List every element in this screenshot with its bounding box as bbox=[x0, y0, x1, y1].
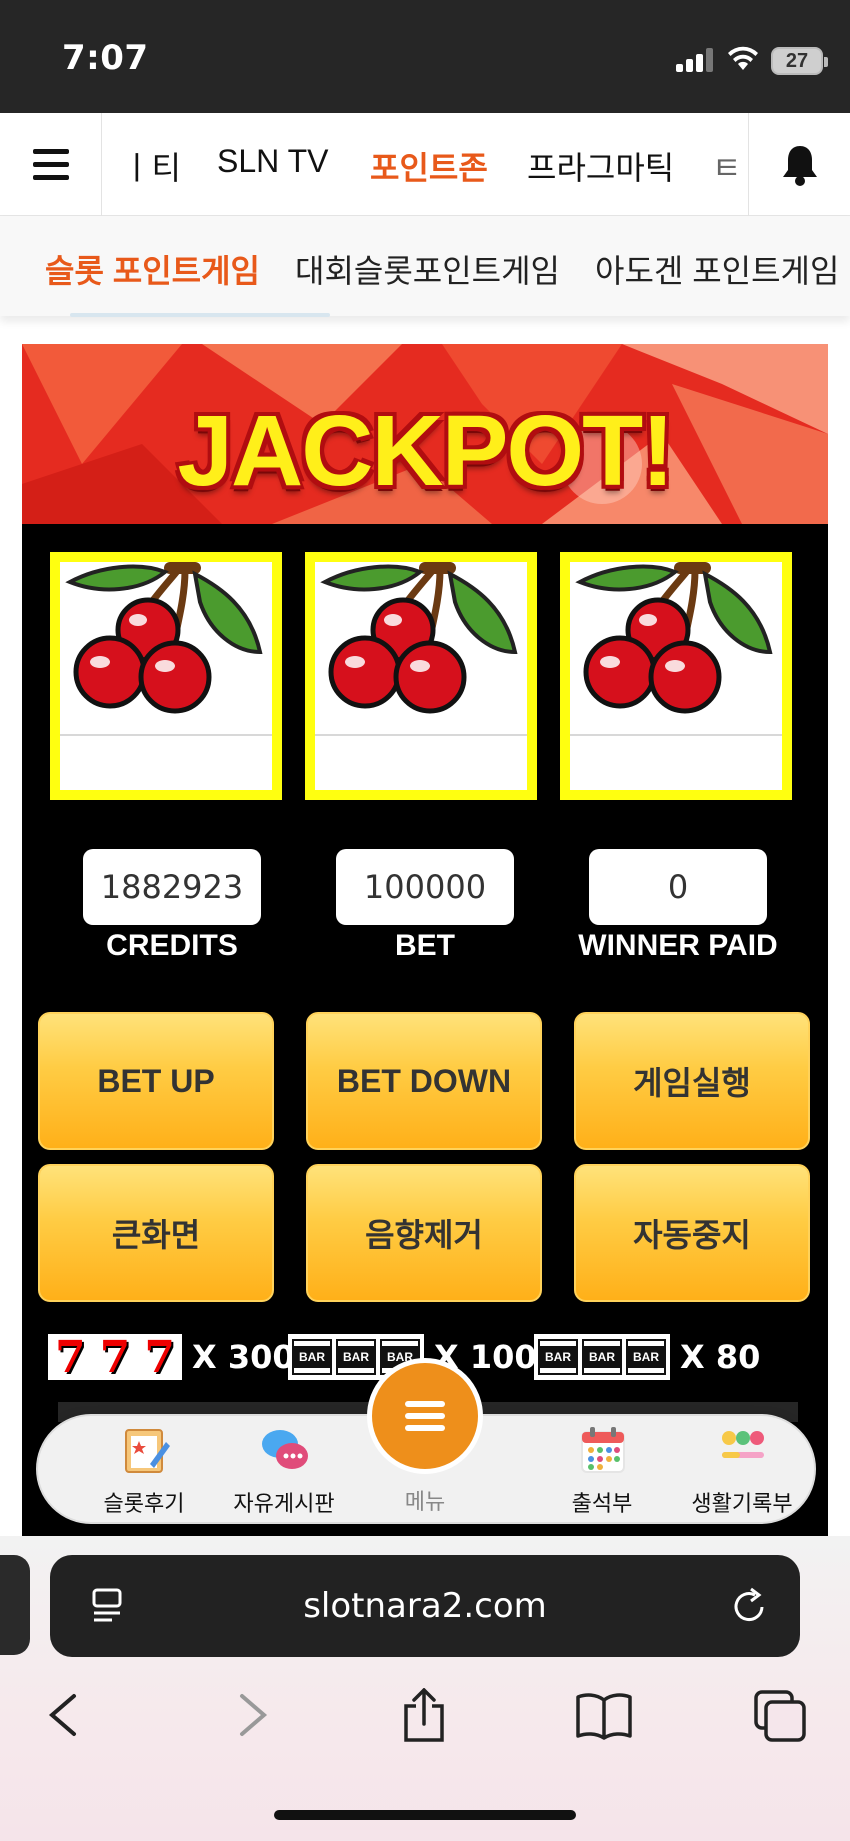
jackpot-title: JACKPOT! bbox=[177, 395, 674, 507]
cherry-icon bbox=[65, 562, 263, 714]
fullscreen-button[interactable]: 큰화면 bbox=[38, 1164, 274, 1302]
chat-bubbles-icon bbox=[262, 1430, 308, 1469]
status-time: 7:07 bbox=[62, 38, 149, 78]
cherry-icon bbox=[320, 562, 518, 714]
bell-icon bbox=[782, 145, 817, 186]
home-indicator bbox=[274, 1810, 576, 1820]
paytable-row-double-bar: BAR BAR BAR X 80 bbox=[534, 1334, 760, 1380]
forward-icon[interactable] bbox=[222, 1688, 278, 1742]
cherry-icon bbox=[575, 562, 773, 714]
run-game-button[interactable]: 게임실행 bbox=[574, 1012, 810, 1150]
bottom-nav-life-record[interactable]: 생활기록부 bbox=[672, 1416, 812, 1526]
url-text[interactable]: slotnara2.com bbox=[50, 1555, 800, 1657]
previous-tab-stub[interactable] bbox=[0, 1555, 30, 1655]
bookmarks-icon[interactable] bbox=[576, 1688, 632, 1742]
nav-item-sln-tv[interactable]: SLN TV bbox=[217, 143, 328, 180]
auto-stop-button[interactable]: 자동중지 bbox=[574, 1164, 810, 1302]
status-bar: 7:07 27 bbox=[0, 0, 850, 113]
bottom-nav-attendance[interactable]: 출석부 bbox=[532, 1416, 672, 1526]
paytable-row-seven: 777 X 300 bbox=[48, 1332, 295, 1383]
credits-label: CREDITS bbox=[106, 929, 238, 962]
bottom-nav-label: 출석부 bbox=[571, 1491, 633, 1516]
calendar-icon bbox=[581, 1427, 625, 1473]
winner-paid-value: 0 bbox=[589, 849, 767, 925]
sub-tabs: 슬롯 포인트게임 대회슬롯포인트게임 아도겐 포인트게임 bbox=[0, 216, 850, 316]
nav-item-pragmatic[interactable]: 프라그마틱 bbox=[527, 143, 674, 189]
bet-value: 100000 bbox=[336, 849, 514, 925]
top-nav: ㅣ티 SLN TV 포인트존 프라그마틱 ㅌ bbox=[0, 113, 850, 216]
bet-up-button[interactable]: BET UP bbox=[38, 1012, 274, 1150]
cellular-signal-icon bbox=[676, 48, 713, 72]
tab-adogen-point-game[interactable]: 아도겐 포인트게임 bbox=[595, 246, 839, 292]
triple-double-bar-icon: BAR BAR BAR bbox=[534, 1334, 670, 1380]
review-note-icon bbox=[125, 1429, 170, 1473]
winner-paid-label: WINNER PAID bbox=[578, 929, 778, 962]
page: 7:07 27 ㅣ티 SLN TV 포인트존 프라그마틱 ㅌ 슬롯 포인트게임 bbox=[0, 0, 850, 1841]
bet-down-button[interactable]: BET DOWN bbox=[306, 1012, 542, 1150]
triple-seven-icon: 777 bbox=[48, 1332, 182, 1383]
bottom-nav-label: 슬롯후기 bbox=[103, 1491, 185, 1516]
notification-button[interactable] bbox=[748, 113, 850, 216]
mute-button[interactable]: 음향제거 bbox=[306, 1164, 542, 1302]
reel-3 bbox=[560, 552, 792, 800]
reel-2 bbox=[305, 552, 537, 800]
nav-scroll[interactable]: ㅣ티 SLN TV 포인트존 프라그마틱 ㅌ bbox=[102, 113, 748, 216]
menu-icon bbox=[405, 1395, 445, 1437]
bottom-nav-slot-review[interactable]: 슬롯후기 bbox=[74, 1416, 214, 1526]
nav-item-point-zone[interactable]: 포인트존 bbox=[370, 143, 488, 189]
payout-double-bar: X 80 bbox=[680, 1338, 761, 1376]
reload-icon[interactable] bbox=[730, 1587, 768, 1627]
nav-item-community[interactable]: ㅣ티 bbox=[122, 143, 181, 189]
hamburger-icon bbox=[32, 145, 69, 184]
menu-button[interactable] bbox=[367, 1358, 483, 1474]
tab-tournament-slot-point-game[interactable]: 대회슬롯포인트게임 bbox=[295, 246, 560, 292]
tabs-icon[interactable] bbox=[752, 1688, 808, 1742]
payout-seven: X 300 bbox=[192, 1338, 295, 1376]
reel-1 bbox=[50, 552, 282, 800]
jackpot-banner: JACKPOT! bbox=[22, 344, 828, 524]
bottom-nav-free-board[interactable]: 자유게시판 bbox=[214, 1416, 354, 1526]
emoji-record-icon bbox=[722, 1431, 764, 1458]
wifi-icon bbox=[727, 44, 759, 72]
menu-label: 메뉴 bbox=[404, 1489, 446, 1514]
back-icon[interactable] bbox=[38, 1688, 94, 1742]
bet-label: BET bbox=[395, 929, 455, 962]
nav-item-partial[interactable]: ㅌ bbox=[712, 143, 741, 189]
address-bar[interactable]: slotnara2.com bbox=[50, 1555, 800, 1657]
share-icon[interactable] bbox=[396, 1688, 452, 1742]
credits-value: 1882923 bbox=[83, 849, 261, 925]
battery-icon: 27 bbox=[771, 47, 828, 75]
tab-indicator bbox=[70, 313, 330, 317]
bottom-nav-label: 자유게시판 bbox=[233, 1491, 335, 1516]
bottom-nav-label: 생활기록부 bbox=[691, 1491, 793, 1516]
tab-slot-point-game[interactable]: 슬롯 포인트게임 bbox=[45, 246, 260, 292]
hamburger-menu-button[interactable] bbox=[0, 113, 102, 216]
